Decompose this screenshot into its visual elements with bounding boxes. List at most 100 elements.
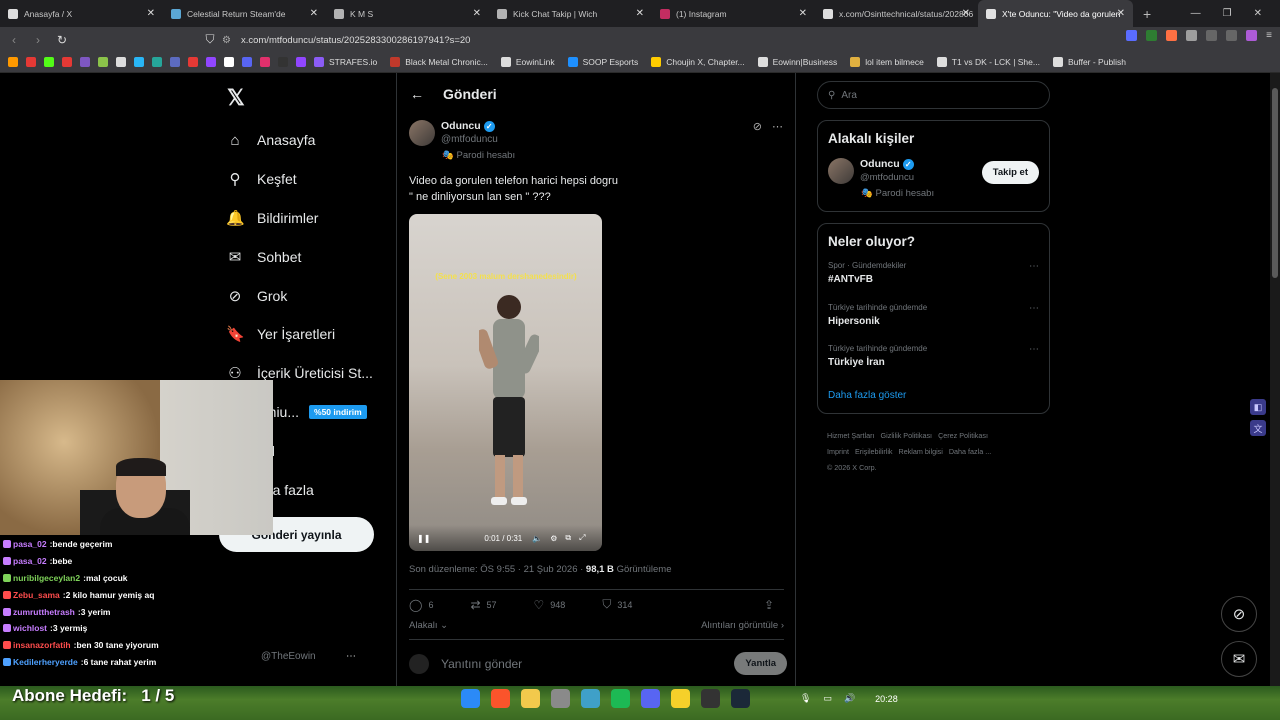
- pause-icon[interactable]: ❚❚: [417, 534, 430, 543]
- bookmark-item[interactable]: Black Metal Chronic...: [390, 57, 488, 67]
- bookmark-favicon-icon[interactable]: [80, 57, 90, 67]
- browser-tab[interactable]: Celestial Return Steam'de ✕: [163, 0, 326, 27]
- related-person[interactable]: Oduncu ✓ @mtfoduncu 🎭 Parodi hesabı Takip…: [828, 158, 1039, 203]
- bookmark-item[interactable]: lol item bilmece: [850, 57, 924, 67]
- sidebar-item[interactable]: ⌂ Anasayfa: [226, 121, 373, 160]
- x-logo-icon[interactable]: 𝕏: [227, 85, 245, 111]
- footer-link[interactable]: Gizlilik Politikası: [881, 431, 933, 440]
- maximize-icon[interactable]: ❐: [1223, 8, 1232, 19]
- grok-icon[interactable]: ⊘: [753, 120, 762, 133]
- reply-button[interactable]: ◯ 6: [409, 598, 433, 612]
- more-icon[interactable]: ⋯: [772, 120, 783, 133]
- obs-icon[interactable]: [701, 689, 720, 708]
- author-name[interactable]: Oduncu ✓: [441, 120, 495, 132]
- close-tab-icon[interactable]: ✕: [310, 8, 318, 19]
- wallet-icon[interactable]: [1226, 30, 1238, 41]
- sidebar-item[interactable]: 🔖 Yer İşaretleri: [226, 315, 373, 354]
- repost-button[interactable]: ⇄ 57: [470, 598, 496, 612]
- bookmark-item[interactable]: SOOP Esports: [567, 57, 638, 67]
- grok-float-icon[interactable]: ⊘: [1221, 596, 1257, 632]
- related-dropdown[interactable]: Alakalı ⌄: [409, 620, 448, 639]
- minimize-icon[interactable]: —: [1191, 8, 1201, 19]
- spotify-icon[interactable]: [611, 689, 630, 708]
- x-logo-icon[interactable]: [224, 57, 234, 67]
- bookmark-favicon-icon[interactable]: [98, 57, 108, 67]
- close-tab-icon[interactable]: ✕: [799, 8, 807, 19]
- youtube-icon[interactable]: [62, 57, 72, 67]
- messages-float-icon[interactable]: ✉: [1221, 641, 1257, 677]
- fullscreen-icon[interactable]: ⤢: [579, 533, 585, 543]
- bookmark-favicon-icon[interactable]: [134, 57, 144, 67]
- tool-icon[interactable]: [551, 689, 570, 708]
- settings-icon[interactable]: ⚙: [550, 534, 557, 543]
- bookmark-favicon-icon[interactable]: [278, 57, 288, 67]
- bookmark-favicon-icon[interactable]: [170, 57, 180, 67]
- footer-link[interactable]: Reklam bilgisi: [899, 447, 943, 456]
- notes-icon[interactable]: [671, 689, 690, 708]
- language-extension-icon[interactable]: 文: [1250, 420, 1266, 436]
- avatar[interactable]: [409, 120, 435, 146]
- bookmark-favicon-icon[interactable]: [152, 57, 162, 67]
- mute-icon[interactable]: 🔈: [532, 534, 542, 543]
- clock[interactable]: 20:28: [875, 694, 898, 704]
- scrollbar-thumb[interactable]: [1272, 88, 1278, 278]
- bookmark-favicon-icon[interactable]: [116, 57, 126, 67]
- steam-icon[interactable]: [731, 689, 750, 708]
- reply-submit-button[interactable]: Yanıtla: [734, 652, 787, 675]
- bookmark-item[interactable]: EowinLink: [500, 57, 555, 67]
- avatar[interactable]: [828, 158, 854, 184]
- browser-tab[interactable]: Kick Chat Takip | Wich ✕: [489, 0, 652, 27]
- close-tab-icon[interactable]: ✕: [636, 8, 644, 19]
- bookmark-item[interactable]: Eowinn|Business: [757, 57, 837, 67]
- folder-icon[interactable]: [521, 689, 540, 708]
- bookmark-page-icon[interactable]: ⛉: [200, 32, 220, 47]
- translate-extension-icon[interactable]: ◧: [1250, 399, 1266, 415]
- back-icon[interactable]: ‹: [4, 33, 24, 47]
- show-more-link[interactable]: Daha fazla göster: [828, 390, 1039, 401]
- back-arrow-icon[interactable]: ←: [410, 86, 424, 102]
- url-field[interactable]: ⚙ x.com/mtfoduncu/status/202528330028619…: [222, 31, 822, 49]
- bookmark-button[interactable]: ⛉ 314: [602, 597, 632, 612]
- scrollbar[interactable]: [1270, 73, 1280, 686]
- extension-icon[interactable]: [1126, 30, 1138, 41]
- trend-item[interactable]: Türkiye tarihinde gündemde Türkiye İran ⋯: [828, 344, 1039, 386]
- volume-icon[interactable]: 🔊: [844, 693, 855, 704]
- sidebar-icon[interactable]: [1206, 30, 1218, 41]
- site-info-icon[interactable]: ⚙: [222, 35, 231, 46]
- discord-icon[interactable]: [641, 689, 660, 708]
- reply-input[interactable]: Yanıtını gönder: [441, 657, 522, 671]
- sidebar-item[interactable]: 🔔 Bildirimler: [226, 199, 373, 238]
- brave-icon[interactable]: [491, 689, 510, 708]
- menu-icon[interactable]: ≡: [1266, 30, 1272, 41]
- close-tab-icon[interactable]: ✕: [147, 8, 155, 19]
- trend-item[interactable]: Türkiye tarihinde gündemde Hipersonik ⋯: [828, 303, 1039, 345]
- network-icon[interactable]: ▭: [823, 693, 832, 704]
- view-quotes-link[interactable]: Alıntıları görüntüle ›: [701, 620, 784, 639]
- sidebar-item[interactable]: ⚲ Keşfet: [226, 160, 373, 199]
- reload-icon[interactable]: ↻: [52, 33, 72, 47]
- close-window-icon[interactable]: ✕: [1254, 8, 1262, 19]
- forward-icon[interactable]: ›: [28, 33, 48, 47]
- bookmark-item[interactable]: STRAFES.io: [314, 57, 377, 67]
- share-button[interactable]: ⇪: [764, 598, 780, 612]
- twitch-icon[interactable]: [296, 57, 306, 67]
- more-icon[interactable]: ⋯: [346, 651, 356, 662]
- more-icon[interactable]: ⋯: [1029, 344, 1039, 355]
- app-icon[interactable]: [581, 689, 600, 708]
- bookmark-item[interactable]: Buffer - Publish: [1052, 57, 1126, 67]
- bookmark-favicon-icon[interactable]: [8, 57, 18, 67]
- trend-item[interactable]: Spor · Gündemdekiler #ANTvFB ⋯: [828, 261, 1039, 303]
- browser-tab[interactable]: x.com/Osinttechnical/status/202806 ✕: [815, 0, 978, 27]
- twitch-icon[interactable]: [206, 57, 216, 67]
- bookmark-favicon-icon[interactable]: [242, 57, 252, 67]
- video-player[interactable]: (Sene 2003 malum dershanedesindir) ❚❚ 0:…: [409, 214, 602, 551]
- youtube-icon[interactable]: [188, 57, 198, 67]
- instagram-icon[interactable]: [260, 57, 270, 67]
- footer-link[interactable]: Hizmet Şartları: [827, 431, 875, 440]
- bookmark-item[interactable]: T1 vs DK - LCK | She...: [936, 57, 1040, 67]
- like-button[interactable]: ♡ 948: [534, 598, 566, 612]
- browser-tab[interactable]: K M S ✕: [326, 0, 489, 27]
- new-tab-icon[interactable]: +: [1143, 6, 1151, 22]
- popout-icon[interactable]: ⧉: [565, 533, 571, 543]
- bookmark-item[interactable]: Choujin X, Chapter...: [651, 57, 745, 67]
